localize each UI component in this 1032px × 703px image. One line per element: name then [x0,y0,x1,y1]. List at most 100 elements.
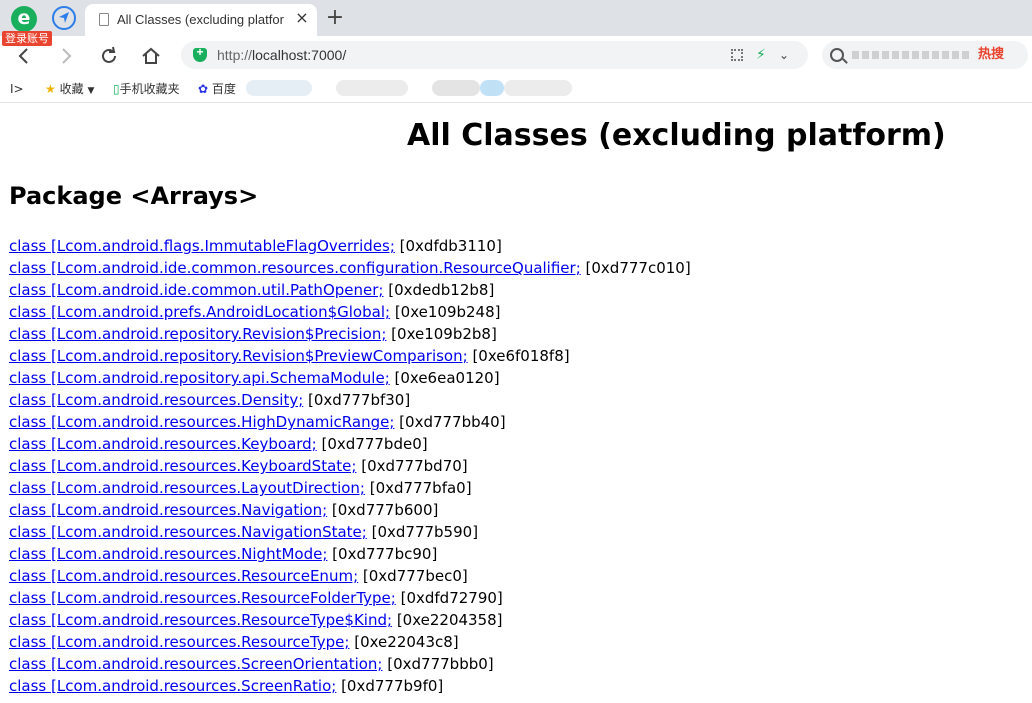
class-link[interactable]: class [Lcom.android.resources.ResourceTy… [9,633,349,651]
class-link[interactable]: class [Lcom.android.ide.common.util.Path… [9,281,383,299]
class-address: [0xd777bd70] [356,457,468,475]
class-list-item: class [Lcom.android.resources.Navigation… [9,521,691,543]
qr-code-icon[interactable] [731,49,743,61]
search-icon[interactable] [830,48,844,62]
class-link[interactable]: class [Lcom.android.resources.Navigation… [9,501,327,519]
class-link[interactable]: class [Lcom.android.repository.Revision$… [9,347,468,365]
sidebar-toggle[interactable]: I> [10,80,24,98]
class-link[interactable]: class [Lcom.android.repository.api.Schem… [9,369,390,387]
class-list-item: class [Lcom.android.resources.KeyboardSt… [9,455,691,477]
login-badge[interactable]: 登录账号 [2,31,52,46]
tab-strip: e 登录账号 All Classes (excluding platfor × … [0,0,1032,46]
chevron-down-icon[interactable]: ⌄ [779,45,789,65]
bookmark-blurred[interactable] [432,80,480,96]
navigation-app-icon[interactable] [52,6,76,30]
class-list-item: class [Lcom.android.repository.Revision$… [9,345,691,367]
back-icon[interactable] [13,45,35,67]
class-address: [0xe6f018f8] [467,347,570,365]
bookmark-blurred[interactable] [504,80,572,96]
class-link[interactable]: class [Lcom.android.resources.KeyboardSt… [9,457,356,475]
class-link[interactable]: class [Lcom.android.resources.ResourceEn… [9,567,358,585]
class-link[interactable]: class [Lcom.android.resources.Density; [9,391,303,409]
bookmark-baidu-label: 百度 [211,82,236,96]
class-link[interactable]: class [Lcom.android.resources.LayoutDire… [9,479,365,497]
star-icon: ★ [45,82,56,96]
address-bar[interactable]: http://localhost:7000/ ⚡ ⌄ [181,41,808,69]
class-address: [0xd777bc90] [327,545,438,563]
class-link[interactable]: class [Lcom.android.resources.ScreenOrie… [9,655,382,673]
tab-active[interactable]: All Classes (excluding platfor × [85,4,317,36]
url-host: localhost:7000/ [252,47,347,63]
bookmark-mobile[interactable]: ▯手机收藏夹 [113,80,180,98]
class-address: [0xd777bde0] [316,435,428,453]
class-list-item: class [Lcom.android.ide.common.util.Path… [9,279,691,301]
class-link[interactable]: class [Lcom.android.resources.HighDynami… [9,413,394,431]
bookmark-favorites-label: 收藏 [59,82,84,96]
class-link[interactable]: class [Lcom.android.resources.Keyboard; [9,435,317,453]
class-link[interactable]: class [Lcom.android.flags.ImmutableFlagO… [9,237,395,255]
class-address: [0xdfdb3110] [394,237,502,255]
class-address: [0xdfd72790] [395,589,503,607]
bookmark-baidu[interactable]: ✿ 百度 [198,80,236,98]
hot-search-label[interactable]: 热搜 [978,46,1004,64]
class-link[interactable]: class [Lcom.android.repository.Revision$… [9,325,386,343]
page-content: All Classes (excluding platform) Package… [0,103,1032,703]
class-address: [0xd777b9f0] [336,677,444,695]
class-address: [0xd777b600] [327,501,439,519]
bolt-icon[interactable]: ⚡ [756,45,766,65]
class-address: [0xdedb12b8] [383,281,495,299]
search-box[interactable]: 热搜 [822,41,1028,69]
class-address: [0xd777bb40] [394,413,506,431]
class-address: [0xd777c010] [580,259,691,277]
class-address: [0xd777bec0] [358,567,468,585]
class-list-item: class [Lcom.android.ide.common.resources… [9,257,691,279]
class-list-item: class [Lcom.android.repository.Revision$… [9,323,691,345]
tab-close-icon[interactable]: × [293,9,311,27]
bookmarks-bar: I> ★ 收藏 ▼ ▯手机收藏夹 ✿ 百度 [0,76,1032,103]
tab-title: All Classes (excluding platfor [117,12,284,27]
url-text[interactable]: http://localhost:7000/ [217,46,346,64]
home-icon[interactable] [140,45,162,67]
class-link[interactable]: class [Lcom.android.resources.ResourceTy… [9,611,392,629]
class-list-item: class [Lcom.android.resources.Navigation… [9,499,691,521]
bookmark-blurred[interactable] [480,80,504,96]
class-address: [0xd777bf30] [303,391,411,409]
class-address: [0xd777b590] [366,523,479,541]
class-link[interactable]: class [Lcom.android.resources.ScreenRati… [9,677,336,695]
class-list-item: class [Lcom.android.resources.ScreenOrie… [9,653,691,675]
bookmark-blurred[interactable] [246,80,312,96]
bookmark-mobile-label: 手机收藏夹 [119,82,180,96]
class-list-item: class [Lcom.android.resources.ScreenRati… [9,675,691,697]
new-tab-button[interactable]: + [324,7,346,29]
class-list-item: class [Lcom.android.resources.Density; [… [9,389,691,411]
class-list-item: class [Lcom.android.resources.ResourceTy… [9,631,691,653]
class-list-item: class [Lcom.android.flags.ImmutableFlagO… [9,235,691,257]
class-link[interactable]: class [Lcom.android.ide.common.resources… [9,259,581,277]
class-address: [0xe22043c8] [349,633,459,651]
class-link[interactable]: class [Lcom.android.resources.Navigation… [9,523,367,541]
bookmark-favorites[interactable]: ★ 收藏 ▼ [45,80,94,100]
class-address: [0xe6ea0120] [389,369,500,387]
page-icon [99,13,109,26]
class-list-item: class [Lcom.android.prefs.AndroidLocatio… [9,301,691,323]
forward-icon[interactable] [55,45,77,67]
class-list-item: class [Lcom.android.resources.ResourceTy… [9,609,691,631]
package-heading: Package <Arrays> [9,182,259,210]
phone-icon: ▯ [113,82,120,96]
bookmark-blurred[interactable] [336,80,408,96]
url-protocol: http:// [217,47,253,63]
class-list-item: class [Lcom.android.resources.LayoutDire… [9,477,691,499]
browser-logo-icon[interactable]: e [11,6,37,32]
class-address: [0xe109b2b8] [386,325,497,343]
class-link[interactable]: class [Lcom.android.prefs.AndroidLocatio… [9,303,390,321]
class-link[interactable]: class [Lcom.android.resources.ResourceFo… [9,589,396,607]
reload-icon[interactable] [98,45,120,67]
page-title: All Classes (excluding platform) [407,118,946,153]
search-placeholder [852,51,972,59]
class-list-item: class [Lcom.android.resources.NightMode;… [9,543,691,565]
chevron-down-icon: ▼ [87,86,95,96]
class-list: class [Lcom.android.flags.ImmutableFlagO… [9,235,691,697]
class-link[interactable]: class [Lcom.android.resources.NightMode; [9,545,327,563]
class-address: [0xe109b248] [390,303,501,321]
class-list-item: class [Lcom.android.repository.api.Schem… [9,367,691,389]
